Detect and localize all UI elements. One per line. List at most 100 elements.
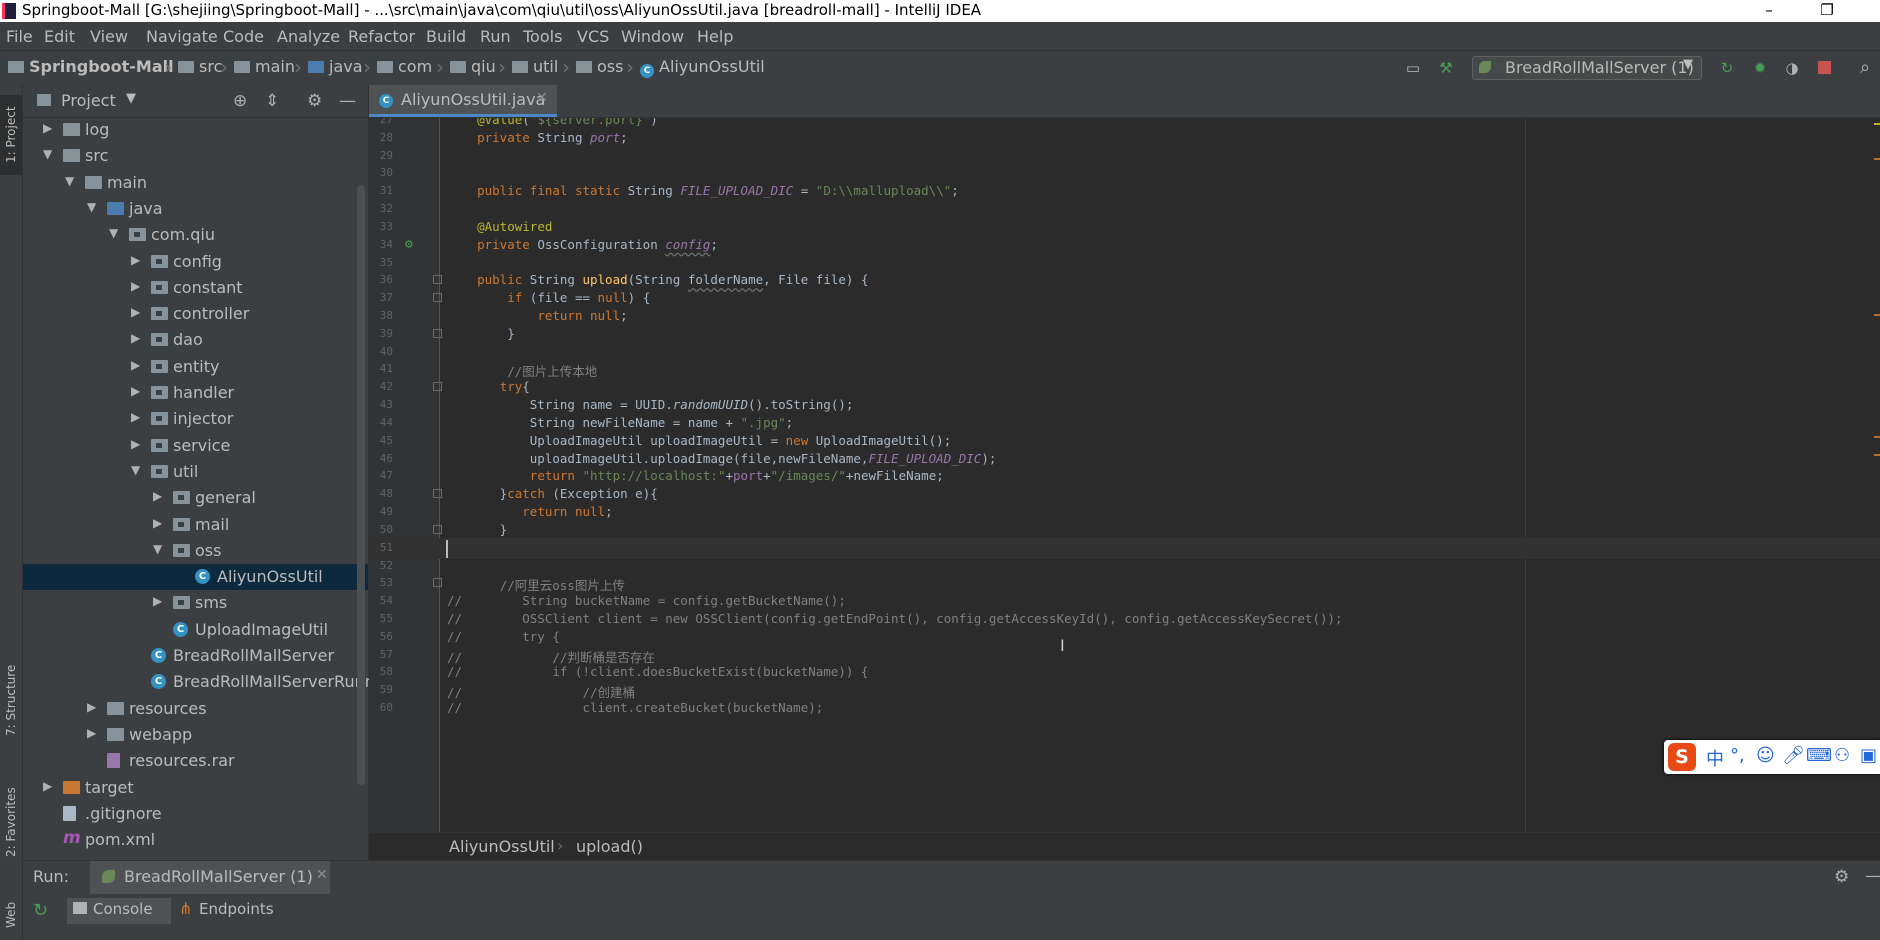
breadcrumb-item-src[interactable]: › src xyxy=(164,55,222,79)
tree-item[interactable]: ▶ sms xyxy=(23,590,368,616)
tab-endpoints[interactable]: ⋔ Endpoints xyxy=(175,898,285,924)
error-stripe-mark[interactable] xyxy=(1874,158,1880,160)
tree-item[interactable]: C AliyunOssUtil xyxy=(23,564,368,591)
breadcrumb-item-java[interactable]: › java xyxy=(294,55,363,79)
rerun-icon[interactable]: ↻ xyxy=(1718,59,1736,77)
tree-item[interactable]: .gitignore xyxy=(23,801,368,827)
menu-item-window[interactable]: Window xyxy=(621,27,684,46)
tree-item[interactable]: ▶ controller xyxy=(23,301,368,327)
tab-console[interactable]: Console xyxy=(67,898,171,924)
keyboard-icon[interactable]: ⌨ xyxy=(1806,745,1832,766)
bean-gutter-icon[interactable]: ⚙ xyxy=(405,237,413,252)
expand-down-icon[interactable]: ▼ xyxy=(109,226,121,240)
tab-favorites[interactable]: 2: Favorites xyxy=(0,775,22,870)
menu-item-edit[interactable]: Edit xyxy=(44,27,75,46)
debug-bug-icon[interactable]: ✹ xyxy=(1751,59,1769,77)
layout-icon[interactable]: ▭ xyxy=(1404,59,1422,77)
menu-item-tools[interactable]: Tools xyxy=(523,27,562,46)
tree-item[interactable]: ▶ mail xyxy=(23,512,368,538)
expand-right-icon[interactable]: ▶ xyxy=(87,726,99,740)
tree-item[interactable]: ▶ handler xyxy=(23,380,368,406)
expand-down-icon[interactable]: ▼ xyxy=(65,174,77,188)
fold-marker-icon[interactable] xyxy=(433,489,442,499)
emoji-icon[interactable]: ☺ xyxy=(1756,745,1775,766)
expand-down-icon[interactable]: ▼ xyxy=(131,463,143,477)
menu-item-view[interactable]: View xyxy=(90,27,128,46)
tree-item[interactable]: C BreadRollMallServer xyxy=(23,643,368,669)
expand-right-icon[interactable]: ▶ xyxy=(43,779,55,793)
expand-right-icon[interactable]: ▶ xyxy=(153,516,165,530)
breadcrumb-method[interactable]: upload() xyxy=(576,837,643,856)
error-stripe-mark[interactable] xyxy=(1874,123,1880,125)
gear-icon[interactable]: ⚙ xyxy=(307,91,322,111)
tree-item[interactable]: ▼ main xyxy=(23,170,368,196)
gear-icon[interactable]: ⚙ xyxy=(1834,867,1849,887)
coverage-icon[interactable]: ◑ xyxy=(1783,59,1801,77)
expand-down-icon[interactable]: ▼ xyxy=(43,147,55,161)
chevron-down-icon[interactable]: ▼ xyxy=(126,91,136,106)
tree-item[interactable]: C BreadRollMallServerRunr xyxy=(23,669,371,695)
tree-item[interactable]: ▶ dao xyxy=(23,327,368,353)
menu-item-run[interactable]: Run xyxy=(480,27,511,46)
tree-item[interactable]: ▶ log xyxy=(23,117,368,143)
build-hammer-icon[interactable]: ⚒ xyxy=(1437,59,1455,77)
expand-right-icon[interactable]: ▶ xyxy=(131,305,143,319)
expand-right-icon[interactable]: ▶ xyxy=(153,489,165,503)
menu-item-analyze[interactable]: Analyze xyxy=(277,27,340,46)
restore-button[interactable]: ❐ xyxy=(1804,0,1850,22)
menu-item-refactor[interactable]: Refactor xyxy=(348,27,415,46)
fold-marker-icon[interactable] xyxy=(433,328,442,338)
tree-item[interactable]: ▼ src xyxy=(23,143,368,169)
tree-item[interactable]: ▶ target xyxy=(23,775,368,801)
locate-target-icon[interactable]: ⊕ xyxy=(233,91,247,111)
tree-item[interactable]: ▶ webapp xyxy=(23,722,368,748)
tab-project[interactable]: 1: Project xyxy=(0,95,22,175)
tree-item[interactable]: ▶ general xyxy=(23,485,368,511)
sogou-logo[interactable]: S xyxy=(1668,743,1696,771)
fold-marker-icon[interactable] xyxy=(433,382,442,392)
expand-right-icon[interactable]: ▶ xyxy=(87,700,99,714)
user-icon[interactable]: ⚇ xyxy=(1834,745,1850,766)
menu-item-help[interactable]: Help xyxy=(697,27,733,46)
tree-item[interactable]: ▶ injector xyxy=(23,406,368,432)
fold-marker-icon[interactable] xyxy=(433,275,442,285)
menu-item-navigate[interactable]: Navigate xyxy=(146,27,218,46)
expand-right-icon[interactable]: ▶ xyxy=(153,594,165,608)
expand-right-icon[interactable]: ▶ xyxy=(131,358,143,372)
tree-item[interactable]: ▶ resources xyxy=(23,696,368,722)
expand-right-icon[interactable]: ▶ xyxy=(43,121,55,135)
hide-panel-icon[interactable]: — xyxy=(339,91,356,111)
menu-item-build[interactable]: Build xyxy=(426,27,466,46)
tree-item[interactable]: ▼ util xyxy=(23,459,368,485)
tree-item[interactable]: ▶ service xyxy=(23,433,368,459)
tree-item[interactable]: ▼ com.qiu xyxy=(23,222,368,248)
fold-marker-icon[interactable] xyxy=(433,524,442,534)
expand-right-icon[interactable]: ▶ xyxy=(131,253,143,267)
hide-panel-icon[interactable]: — xyxy=(1865,866,1880,885)
microphone-icon[interactable]: 🎤︎ xyxy=(1782,745,1805,766)
fold-marker-icon[interactable] xyxy=(433,578,442,588)
ime-language-toggle[interactable]: 中 xyxy=(1706,745,1724,771)
expand-right-icon[interactable]: ▶ xyxy=(131,279,143,293)
expand-down-icon[interactable]: ▼ xyxy=(87,200,99,214)
error-stripe-mark[interactable] xyxy=(1874,454,1880,456)
menu-item-code[interactable]: Code xyxy=(223,27,264,46)
stop-icon[interactable] xyxy=(1818,61,1831,74)
code-editor[interactable]: 27 @Value("${server.port}") 28 private St… xyxy=(369,118,1880,832)
error-stripe-mark[interactable] xyxy=(1874,314,1880,316)
tree-item[interactable]: resources.rar xyxy=(23,748,368,774)
run-tab-breadrollmallserver[interactable]: BreadRollMallServer (1) ✕ xyxy=(90,861,330,894)
tree-item[interactable]: ▶ config xyxy=(23,249,368,275)
expand-right-icon[interactable]: ▶ xyxy=(131,384,143,398)
menu-item-vcs[interactable]: VCS xyxy=(577,27,609,46)
tree-item[interactable]: C UploadImageUtil xyxy=(23,617,368,643)
search-icon[interactable]: ⌕ xyxy=(1856,59,1874,77)
breadcrumb-item-oss[interactable]: › oss xyxy=(562,55,623,79)
breadcrumb-item-com[interactable]: › com xyxy=(363,55,432,79)
expand-down-icon[interactable]: ▼ xyxy=(153,542,165,556)
collapse-all-icon[interactable]: ⇕ xyxy=(265,91,279,111)
breadcrumb-class[interactable]: AliyunOssUtil xyxy=(449,837,555,856)
rerun-icon[interactable]: ↻ xyxy=(33,900,48,921)
breadcrumb-item-main[interactable]: › main xyxy=(220,55,295,79)
close-icon[interactable]: ✕ xyxy=(316,867,328,883)
